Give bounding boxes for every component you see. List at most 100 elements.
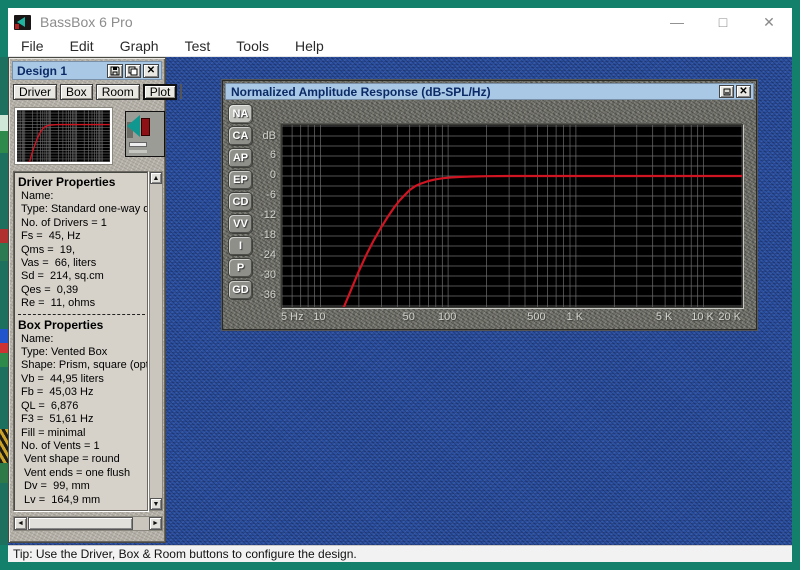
design-toolbar: Driver Box Room Plot bbox=[13, 84, 183, 102]
desktop-icon-fragment bbox=[0, 329, 8, 343]
menu-tools[interactable]: Tools bbox=[223, 38, 282, 54]
status-tip-text: Tip: Use the Driver, Box & Room buttons … bbox=[13, 547, 357, 561]
property-line: Vent shape = round bbox=[21, 453, 120, 466]
graph-tab-ep[interactable]: EP bbox=[228, 170, 253, 190]
plot-area[interactable] bbox=[281, 124, 743, 308]
maximize-button[interactable]: □ bbox=[700, 8, 746, 36]
plot-color-swatch[interactable] bbox=[180, 84, 183, 99]
close-icon: ✕ bbox=[763, 13, 775, 30]
menu-help[interactable]: Help bbox=[282, 38, 337, 54]
desktop-area: Design 1 ✕ Driver Box Room Plot Driver P… bbox=[8, 57, 792, 545]
x-tick-label: 500 bbox=[527, 311, 546, 323]
scroll-down-button[interactable]: ▼ bbox=[150, 498, 162, 510]
desktop-icon-fragment bbox=[0, 463, 8, 483]
copy-design-button[interactable] bbox=[125, 63, 141, 78]
x-tick-label: 5 Hz bbox=[281, 311, 304, 323]
graph-tab-cd[interactable]: CD bbox=[228, 192, 253, 212]
y-tick-label: 0 bbox=[269, 169, 276, 181]
x-tick-label: 10 bbox=[313, 311, 326, 323]
graph-titlebar[interactable]: Normalized Amplitude Response (dB-SPL/Hz… bbox=[225, 83, 754, 100]
graph-tab-vv[interactable]: VV bbox=[228, 214, 253, 234]
x-axis-labels: 5 Hz 10 50 100 500 1 K 5 K 10 K 20 K bbox=[281, 311, 743, 324]
property-line: Dv = 99, mm bbox=[21, 480, 90, 493]
minimize-button[interactable]: — bbox=[654, 8, 700, 36]
y-tick-label: -18 bbox=[260, 229, 276, 241]
plot-button[interactable]: Plot bbox=[142, 84, 178, 100]
response-thumbnail[interactable] bbox=[14, 107, 113, 165]
property-line: Qms = 19, bbox=[21, 243, 76, 256]
close-icon: ✕ bbox=[739, 86, 748, 97]
property-line: No. of Vents = 1 bbox=[21, 439, 100, 452]
graph-body: NA CA AP EP CD VV I P GD dB 6 0 -6 -12 -18 -24 -30 -36 5… bbox=[225, 100, 754, 327]
desktop-icon-fragment bbox=[0, 353, 8, 367]
amplitude-response-plot bbox=[282, 125, 742, 307]
save-icon bbox=[110, 66, 120, 75]
x-tick-label: 5 K bbox=[655, 311, 673, 323]
thumbnail-plot bbox=[17, 110, 110, 162]
graph-tab-gd[interactable]: GD bbox=[228, 280, 253, 300]
close-button[interactable]: ✕ bbox=[746, 8, 792, 36]
menu-file[interactable]: File bbox=[8, 38, 57, 54]
property-line: Fb = 45,03 Hz bbox=[21, 386, 94, 399]
box-button[interactable]: Box bbox=[60, 84, 93, 100]
scroll-left-button[interactable]: ◄ bbox=[14, 517, 27, 530]
scroll-right-button[interactable]: ► bbox=[149, 517, 162, 530]
graph-tab-na[interactable]: NA bbox=[228, 104, 253, 124]
app-titlebar: BassBox 6 Pro — □ ✕ bbox=[8, 8, 792, 36]
graph-tab-p[interactable]: P bbox=[228, 258, 253, 278]
x-tick-label: 10 K bbox=[691, 311, 714, 323]
menu-graph[interactable]: Graph bbox=[107, 38, 172, 54]
driver-button[interactable]: Driver bbox=[13, 84, 57, 100]
y-tick-label: -30 bbox=[260, 269, 276, 281]
menu-bar: File Edit Graph Test Tools Help bbox=[8, 36, 792, 57]
graph-tab-ca[interactable]: CA bbox=[228, 126, 253, 146]
property-line: Vb = 44,95 liters bbox=[21, 372, 104, 385]
y-tick-label: -36 bbox=[260, 289, 276, 301]
menu-edit[interactable]: Edit bbox=[57, 38, 107, 54]
desktop-icon-fragment bbox=[0, 243, 8, 261]
menu-test[interactable]: Test bbox=[172, 38, 224, 54]
speaker-box-icon[interactable] bbox=[125, 111, 165, 157]
design-title: Design 1 bbox=[17, 63, 68, 78]
properties-vertical-scrollbar[interactable]: ▲ ▼ bbox=[149, 171, 163, 511]
property-line: Fs = 45, Hz bbox=[21, 230, 81, 243]
desktop-icon-fragment bbox=[0, 229, 8, 243]
close-icon: ✕ bbox=[146, 65, 156, 76]
properties-panel: Driver Properties Name: Type: Standard one… bbox=[13, 171, 148, 511]
scroll-up-button[interactable]: ▲ bbox=[150, 172, 162, 184]
section-header: Box Properties bbox=[18, 317, 104, 332]
design-window: Design 1 ✕ Driver Box Room Plot Driver P… bbox=[8, 57, 183, 543]
graph-tab-ap[interactable]: AP bbox=[228, 148, 253, 168]
y-axis-labels: dB 6 0 -6 -12 -18 -24 -30 -36 bbox=[251, 124, 278, 308]
desktop-icon-fragment bbox=[0, 115, 8, 131]
graph-tab-i[interactable]: I bbox=[228, 236, 253, 256]
property-line: No. of Drivers = 1 bbox=[21, 216, 107, 229]
property-line: Re = 11, ohms bbox=[21, 297, 96, 310]
desktop-icon-fragment bbox=[0, 343, 8, 353]
room-button[interactable]: Room bbox=[95, 84, 140, 100]
y-axis-unit: dB bbox=[262, 130, 276, 142]
graph-restore-button[interactable] bbox=[719, 85, 734, 98]
scrollbar-thumb[interactable] bbox=[28, 517, 133, 530]
desktop-edge-fragments bbox=[0, 57, 8, 545]
x-tick-label: 50 bbox=[402, 311, 415, 323]
app-title: BassBox 6 Pro bbox=[40, 14, 133, 30]
graph-close-button[interactable]: ✕ bbox=[736, 85, 751, 98]
maximize-icon: □ bbox=[718, 14, 728, 30]
desktop-icon-fragment bbox=[0, 429, 8, 463]
app-window: BassBox 6 Pro — □ ✕ File Edit Graph Test Too… bbox=[0, 0, 800, 570]
y-tick-label: -12 bbox=[260, 209, 276, 221]
app-icon bbox=[14, 14, 31, 30]
property-line: Type: Vented Box bbox=[21, 346, 108, 359]
y-tick-label: -24 bbox=[260, 249, 276, 261]
save-design-button[interactable] bbox=[107, 63, 123, 78]
design-close-button[interactable]: ✕ bbox=[143, 63, 159, 78]
x-tick-label: 100 bbox=[437, 311, 457, 323]
section-separator bbox=[18, 313, 145, 315]
x-tick-label: 1 K bbox=[566, 311, 584, 323]
property-line: Shape: Prism, square (opt bbox=[21, 359, 148, 372]
properties-horizontal-scrollbar[interactable]: ◄ ► bbox=[13, 516, 163, 531]
property-line: F3 = 51,61 Hz bbox=[21, 413, 94, 426]
graph-window: Normalized Amplitude Response (dB-SPL/Hz… bbox=[222, 80, 757, 330]
design-titlebar[interactable]: Design 1 ✕ bbox=[12, 61, 162, 80]
